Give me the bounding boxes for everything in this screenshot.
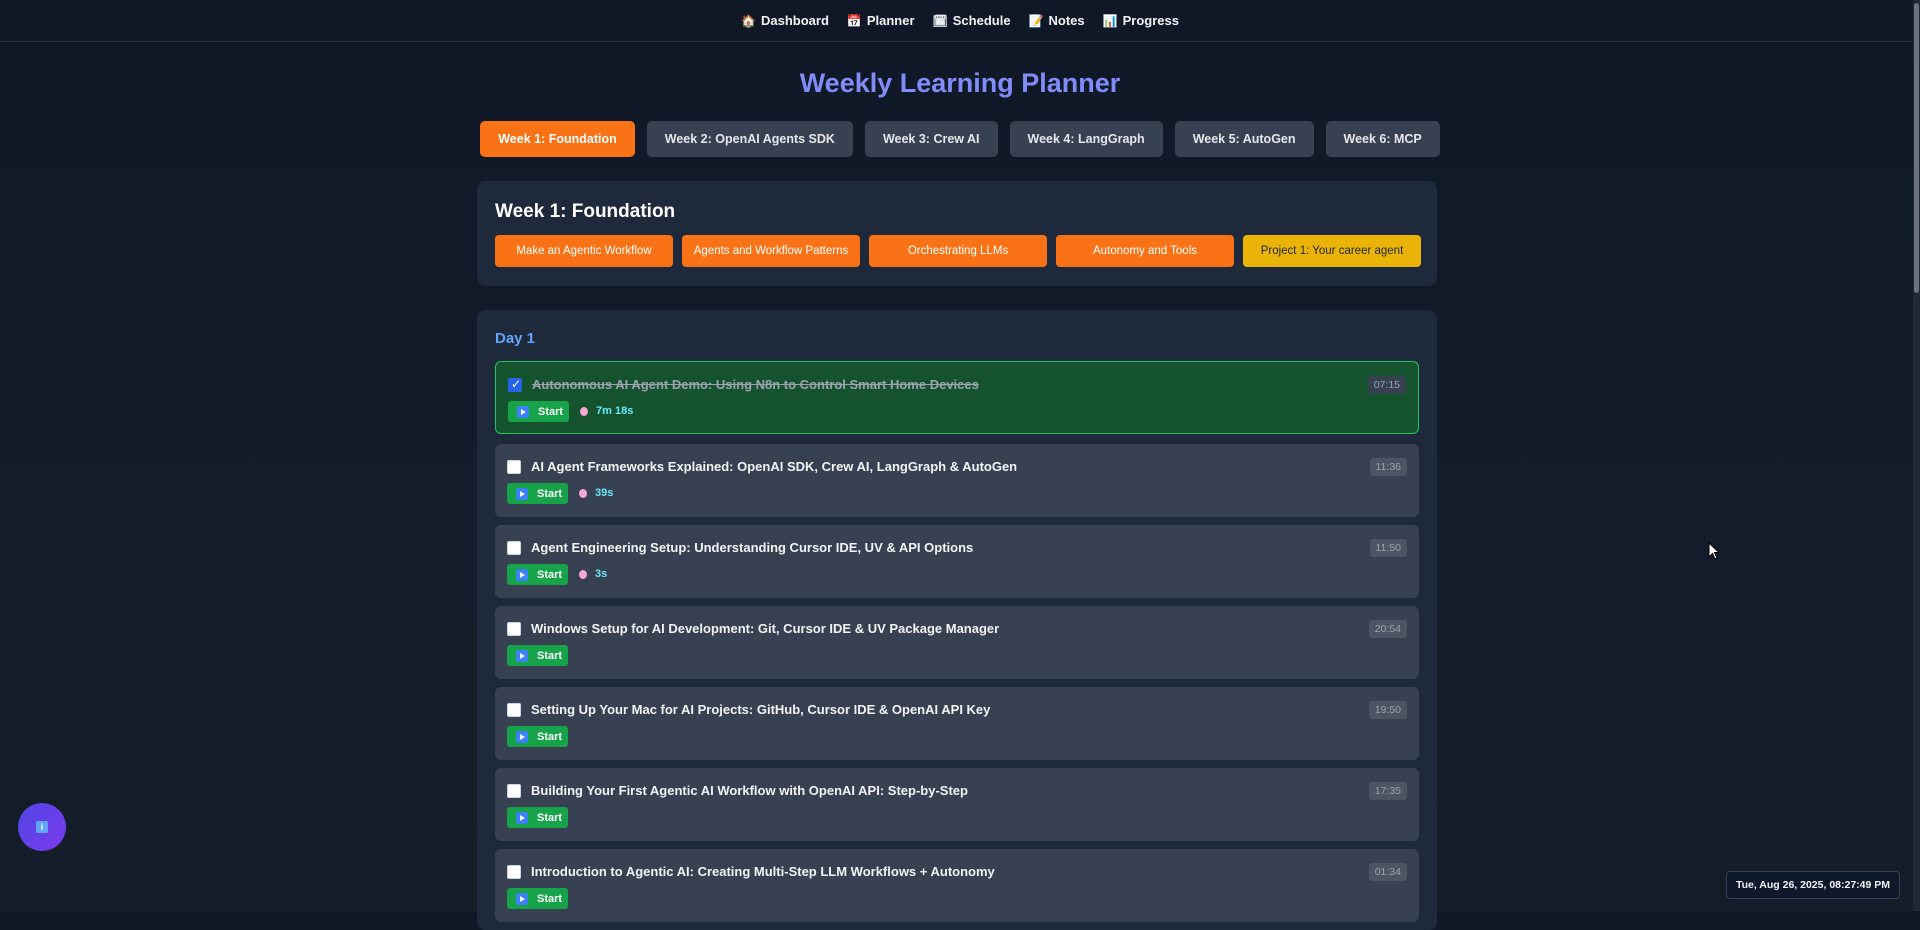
time-spent-value: 7m 18s <box>596 405 634 417</box>
start-button[interactable]: Start <box>507 726 568 747</box>
play-icon <box>516 892 528 905</box>
time-spent-value: 3s <box>595 568 608 580</box>
time-spent: 3s <box>579 568 607 580</box>
nav-progress-label: Progress <box>1122 13 1179 28</box>
tab-week-5[interactable]: Week 5: AutoGen <box>1174 121 1314 157</box>
project-button[interactable]: Project 1: Your career agent <box>1243 235 1421 267</box>
tab-week-6[interactable]: Week 6: MCP <box>1325 121 1440 157</box>
lesson-checkbox[interactable] <box>507 703 521 717</box>
duration-badge: 11:36 <box>1369 458 1407 476</box>
lesson-item: AI Agent Frameworks Explained: OpenAI SD… <box>495 444 1419 517</box>
duration-badge: 07:15 <box>1367 376 1406 394</box>
lesson-item: Agent Engineering Setup: Understanding C… <box>495 525 1419 598</box>
lesson-title: AI Agent Frameworks Explained: OpenAI SD… <box>531 459 1018 474</box>
nav-notes-label: Notes <box>1048 13 1085 28</box>
start-label: Start <box>537 811 563 824</box>
start-label: Start <box>538 405 564 418</box>
lesson-item: Introduction to Agentic AI: Creating Mul… <box>495 849 1419 922</box>
week-tabs: Week 1: Foundation Week 2: OpenAI Agents… <box>0 121 1920 157</box>
tab-week-4[interactable]: Week 4: LangGraph <box>1009 121 1163 157</box>
start-label: Start <box>537 649 563 662</box>
lesson-checkbox[interactable] <box>507 784 521 798</box>
start-button[interactable]: Start <box>507 483 568 504</box>
lesson-checkbox[interactable] <box>508 377 522 392</box>
notes-icon: 📝 <box>1028 13 1044 28</box>
play-icon <box>516 487 528 500</box>
info-icon: i <box>36 821 48 833</box>
lesson-item: Windows Setup for AI Development: Git, C… <box>495 606 1419 679</box>
lesson-title: Introduction to Agentic AI: Creating Mul… <box>531 864 995 879</box>
nav-planner-label: Planner <box>866 13 915 28</box>
start-label: Start <box>537 487 563 500</box>
lesson-title: Setting Up Your Mac for AI Projects: Git… <box>531 702 991 717</box>
nav-planner[interactable]: 📅 Planner <box>847 13 915 28</box>
play-icon <box>516 811 528 824</box>
start-button[interactable]: Start <box>507 564 568 585</box>
duration-badge: 17:35 <box>1368 782 1407 800</box>
nav-schedule-label: Schedule <box>952 13 1011 28</box>
topic-button[interactable]: Autonomy and Tools <box>1056 235 1234 267</box>
week-overview-card: Week 1: Foundation Make an Agentic Workf… <box>477 181 1437 286</box>
nav-dashboard-label: Dashboard <box>760 13 829 28</box>
schedule-icon: 🗓 <box>932 13 948 28</box>
start-label: Start <box>537 730 563 743</box>
nav-schedule[interactable]: 🗓 Schedule <box>933 13 1011 28</box>
play-icon <box>516 649 528 662</box>
mouse-cursor-icon <box>1708 542 1721 560</box>
week-heading: Week 1: Foundation <box>495 201 676 222</box>
info-floating-button[interactable]: i <box>18 803 66 851</box>
topic-button[interactable]: Agents and Workflow Patterns <box>682 235 860 267</box>
nav-progress[interactable]: 📊 Progress <box>1103 13 1179 28</box>
duration-badge: 20:54 <box>1368 620 1407 638</box>
lesson-checkbox[interactable] <box>507 541 521 555</box>
start-label: Start <box>537 892 563 905</box>
lesson-title: Windows Setup for AI Development: Git, C… <box>531 621 1000 636</box>
play-icon <box>516 730 528 743</box>
lesson-item: Building Your First Agentic AI Workflow … <box>495 768 1419 841</box>
tab-week-3[interactable]: Week 3: Crew AI <box>864 121 998 157</box>
topic-button[interactable]: Make an Agentic Workflow <box>495 235 673 267</box>
timer-icon <box>580 406 588 416</box>
top-navigation: 🏠 Dashboard 📅 Planner 🗓 Schedule 📝 Notes 📊 Pr… <box>0 0 1920 42</box>
day-card: Day 1 Autonomous AI Agent Demo: Using N8… <box>477 310 1437 930</box>
time-spent: 7m 18s <box>580 405 633 417</box>
duration-badge: 11:50 <box>1369 539 1407 557</box>
time-spent: 39s <box>579 487 613 499</box>
lesson-checkbox[interactable] <box>507 865 521 879</box>
lesson-checkbox[interactable] <box>507 460 521 474</box>
clock-display: Tue, Aug 26, 2025, 08:27:49 PM <box>1726 871 1900 899</box>
day-title: Day 1 <box>495 330 536 347</box>
duration-badge: 19:50 <box>1368 701 1407 719</box>
nav-notes[interactable]: 📝 Notes <box>1029 13 1085 28</box>
start-button[interactable]: Start <box>507 645 568 666</box>
start-button[interactable]: Start <box>507 888 568 909</box>
home-icon: 🏠 <box>741 13 756 28</box>
play-icon <box>516 568 528 581</box>
time-spent-value: 39s <box>595 487 614 499</box>
chart-icon: 📊 <box>1102 13 1118 28</box>
lesson-item: Autonomous AI Agent Demo: Using N8n to C… <box>495 361 1419 434</box>
lesson-item: Setting Up Your Mac for AI Projects: Git… <box>495 687 1419 760</box>
nav-dashboard[interactable]: 🏠 Dashboard <box>741 13 829 28</box>
topic-list: Make an Agentic Workflow Agents and Work… <box>495 235 1421 267</box>
timer-icon <box>579 488 587 498</box>
lesson-title: Building Your First Agentic AI Workflow … <box>531 783 968 798</box>
tab-week-2[interactable]: Week 2: OpenAI Agents SDK <box>646 121 853 157</box>
timer-icon <box>579 569 587 579</box>
tab-week-1[interactable]: Week 1: Foundation <box>480 121 635 157</box>
start-label: Start <box>537 568 563 581</box>
start-button[interactable]: Start <box>508 401 569 422</box>
calendar-icon: 📅 <box>846 13 862 28</box>
lesson-title: Agent Engineering Setup: Understanding C… <box>531 540 974 555</box>
start-button[interactable]: Start <box>507 807 568 828</box>
lesson-title: Autonomous AI Agent Demo: Using N8n to C… <box>532 377 979 392</box>
page-title: Weekly Learning Planner <box>799 68 1121 98</box>
lesson-checkbox[interactable] <box>507 622 521 636</box>
scrollbar-thumb[interactable] <box>1914 3 1919 293</box>
topic-button[interactable]: Orchestrating LLMs <box>869 235 1047 267</box>
duration-badge: 01:34 <box>1368 863 1407 881</box>
play-icon <box>517 405 529 418</box>
